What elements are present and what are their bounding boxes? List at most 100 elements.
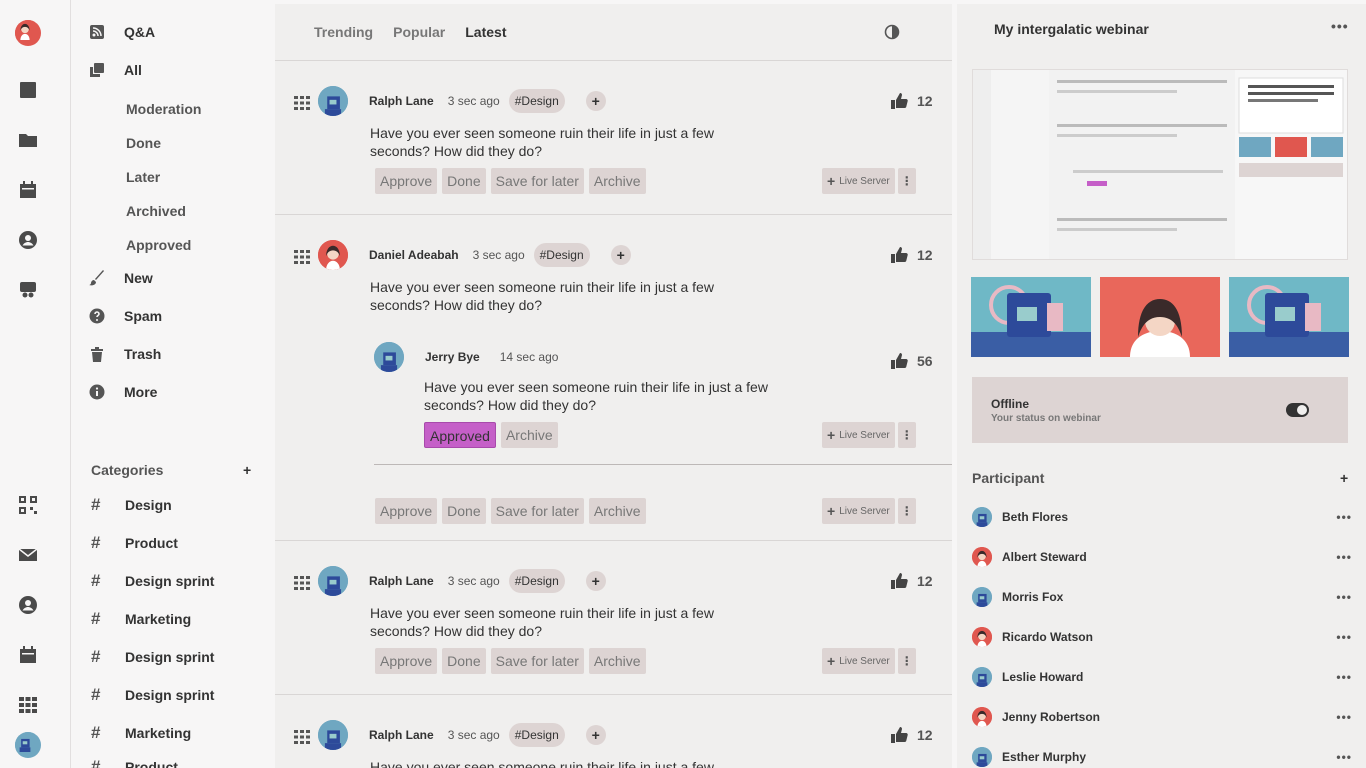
category-item[interactable]: # Product <box>91 533 178 553</box>
more-options-icon[interactable]: ••• <box>1336 510 1352 524</box>
archive-button[interactable]: Archive <box>500 422 558 448</box>
save-for-later-button[interactable]: Save for later <box>490 648 584 674</box>
more-options-icon[interactable]: ••• <box>1331 18 1349 34</box>
approve-button[interactable]: Approve <box>375 648 438 674</box>
like-button[interactable]: 56 <box>890 352 933 370</box>
participant-row[interactable]: Beth Flores ••• <box>972 507 1352 527</box>
more-options-icon[interactable]: ••• <box>1336 670 1352 684</box>
avatar[interactable] <box>318 566 348 596</box>
live-server-button[interactable]: + Live Server <box>822 498 895 524</box>
drag-grip-icon[interactable] <box>294 96 310 110</box>
done-button[interactable]: Done <box>442 648 486 674</box>
archive-button[interactable]: Archive <box>588 648 646 674</box>
save-for-later-button[interactable]: Save for later <box>490 498 584 524</box>
more-options-icon[interactable]: ••• <box>1336 590 1352 604</box>
user-avatar[interactable] <box>14 19 42 47</box>
participant-video-thumb[interactable] <box>1229 277 1349 357</box>
add-tag-button[interactable]: + <box>610 245 631 265</box>
nav-item-spam[interactable]: Spam <box>89 304 162 328</box>
square-icon[interactable] <box>14 76 42 104</box>
participant-row[interactable]: Morris Fox ••• <box>972 587 1352 607</box>
category-item[interactable]: # Product <box>91 757 178 768</box>
add-tag-button[interactable]: + <box>585 725 606 745</box>
approved-badge-button[interactable]: Approved <box>424 422 496 448</box>
like-button[interactable]: 12 <box>890 572 933 590</box>
live-server-button[interactable]: + Live Server <box>822 648 895 674</box>
participant-row[interactable]: Leslie Howard ••• <box>972 667 1352 687</box>
kebab-menu-icon[interactable]: ⋮ <box>897 498 916 524</box>
slideshare-icon[interactable] <box>14 276 42 304</box>
status-toggle[interactable] <box>1286 403 1309 417</box>
post-username[interactable]: Daniel Adeabah <box>369 248 459 262</box>
post-tag[interactable]: #Design <box>508 723 565 747</box>
nav-item-all[interactable]: All <box>89 58 142 82</box>
done-button[interactable]: Done <box>442 168 486 194</box>
nav-sub-later[interactable]: Later <box>126 169 160 185</box>
user-circle-icon[interactable] <box>14 226 42 254</box>
category-item[interactable]: # Design <box>91 495 172 515</box>
archive-button[interactable]: Archive <box>588 498 646 524</box>
tab-latest[interactable]: Latest <box>465 24 506 40</box>
avatar[interactable] <box>318 720 348 750</box>
more-options-icon[interactable]: ••• <box>1336 550 1352 564</box>
participant-row[interactable]: Albert Steward ••• <box>972 547 1352 567</box>
category-item[interactable]: # Marketing <box>91 609 191 629</box>
grid-icon[interactable] <box>14 691 42 719</box>
reply-username[interactable]: Jerry Bye <box>425 350 480 364</box>
post-tag[interactable]: #Design <box>533 243 590 267</box>
post-tag[interactable]: #Design <box>508 89 565 113</box>
nav-sub-moderation[interactable]: Moderation <box>126 101 201 117</box>
post-tag[interactable]: #Design <box>508 569 565 593</box>
category-item[interactable]: # Design sprint <box>91 685 214 705</box>
more-options-icon[interactable]: ••• <box>1336 750 1352 764</box>
mail-icon[interactable] <box>14 541 42 569</box>
user-circle-2-icon[interactable] <box>14 591 42 619</box>
add-tag-button[interactable]: + <box>585 571 606 591</box>
live-server-button[interactable]: + Live Server <box>822 168 895 194</box>
add-participant-button[interactable]: + <box>1340 470 1348 486</box>
avatar[interactable] <box>318 86 348 116</box>
nav-item-new[interactable]: New <box>89 266 153 290</box>
tab-trending[interactable]: Trending <box>314 24 373 40</box>
approve-button[interactable]: Approve <box>375 498 438 524</box>
calendar-icon[interactable] <box>14 176 42 204</box>
avatar[interactable] <box>318 240 348 270</box>
post-username[interactable]: Ralph Lane <box>369 94 434 108</box>
nav-item-qa[interactable]: Q&A <box>89 20 155 44</box>
participant-row[interactable]: Ricardo Watson ••• <box>972 627 1352 647</box>
nav-sub-done[interactable]: Done <box>126 135 161 151</box>
like-button[interactable]: 12 <box>890 246 933 264</box>
nav-sub-approved[interactable]: Approved <box>126 237 191 253</box>
webinar-screen-preview[interactable] <box>972 69 1348 260</box>
more-options-icon[interactable]: ••• <box>1336 710 1352 724</box>
drag-grip-icon[interactable] <box>294 576 310 590</box>
calendar-2-icon[interactable] <box>14 641 42 669</box>
more-options-icon[interactable]: ••• <box>1336 630 1352 644</box>
category-item[interactable]: # Marketing <box>91 723 191 743</box>
like-button[interactable]: 12 <box>890 726 933 744</box>
drag-grip-icon[interactable] <box>294 250 310 264</box>
drag-grip-icon[interactable] <box>294 730 310 744</box>
category-item[interactable]: # Design sprint <box>91 571 214 591</box>
participant-row[interactable]: Jenny Robertson ••• <box>972 707 1352 727</box>
post-username[interactable]: Ralph Lane <box>369 728 434 742</box>
add-category-button[interactable]: + <box>243 462 251 478</box>
like-button[interactable]: 12 <box>890 92 933 110</box>
kebab-menu-icon[interactable]: ⋮ <box>897 422 916 448</box>
contrast-icon[interactable] <box>884 24 900 40</box>
folder-icon[interactable] <box>14 126 42 154</box>
participant-row[interactable]: Esther Murphy ••• <box>972 747 1352 767</box>
save-for-later-button[interactable]: Save for later <box>490 168 584 194</box>
archive-button[interactable]: Archive <box>588 168 646 194</box>
tab-popular[interactable]: Popular <box>393 24 445 40</box>
nav-item-trash[interactable]: Trash <box>89 342 161 366</box>
nav-sub-archived[interactable]: Archived <box>126 203 186 219</box>
participant-video-thumb[interactable] <box>971 277 1091 357</box>
qr-code-icon[interactable] <box>14 491 42 519</box>
category-item[interactable]: # Design sprint <box>91 647 214 667</box>
done-button[interactable]: Done <box>442 498 486 524</box>
participant-video-thumb[interactable] <box>1100 277 1220 357</box>
live-server-button[interactable]: + Live Server <box>822 422 895 448</box>
profile-avatar[interactable] <box>14 731 42 759</box>
add-tag-button[interactable]: + <box>585 91 606 111</box>
